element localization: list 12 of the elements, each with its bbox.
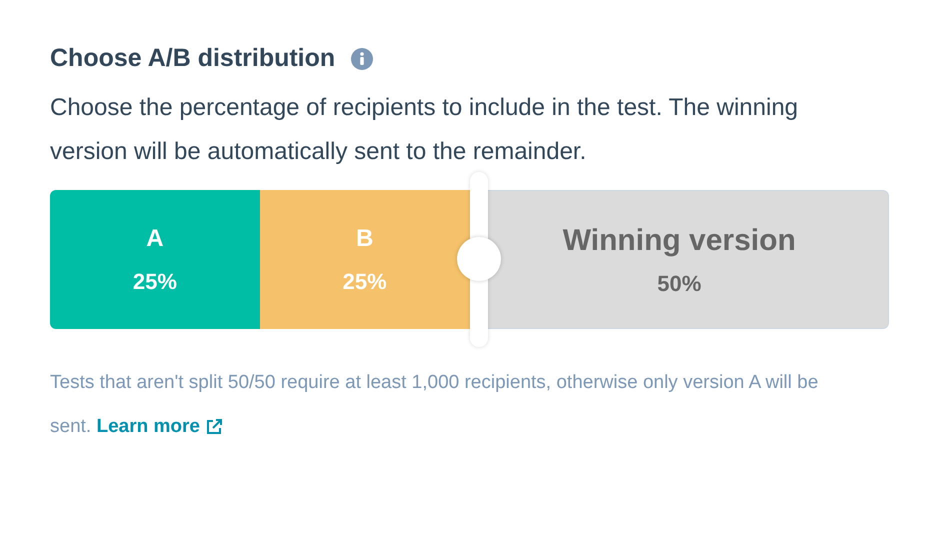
segment-label: Winning version [562, 223, 796, 259]
segment-label: B [356, 224, 374, 254]
segment-percent: 25% [342, 268, 387, 296]
note-text: Tests that aren't split 50/50 require at least 1,000 recipients, otherwise only version A will be sent. Learn more [50, 360, 820, 448]
section-heading: Choose A/B distribution [50, 43, 336, 74]
segment-percent: 25% [132, 268, 177, 296]
learn-more-link[interactable]: Learn more [96, 404, 224, 448]
info-icon[interactable] [351, 48, 374, 70]
segment-label: A [146, 224, 164, 254]
description-text: Choose the percentage of recipients to include in the test. The winning version will be automatically sent to the remainder. [50, 92, 800, 166]
slider-handle[interactable] [456, 172, 500, 346]
segment-percent: 50% [657, 270, 702, 298]
